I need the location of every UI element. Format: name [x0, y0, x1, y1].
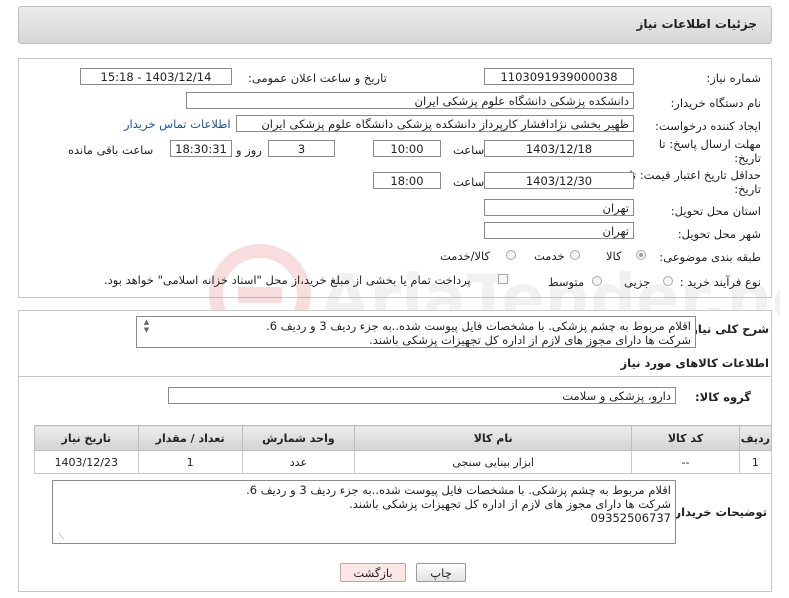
category-radio-goods[interactable] — [636, 250, 646, 260]
province-field: تهران — [484, 199, 634, 216]
category-option-goods: کالا — [606, 249, 622, 263]
category-option-service: خدمت — [534, 249, 565, 263]
back-button[interactable]: بازگشت — [340, 563, 406, 582]
category-radio-both[interactable] — [506, 250, 516, 260]
category-option-both: کالا/خدمت — [440, 249, 491, 263]
city-label: شهر محل تحویل: — [677, 227, 761, 241]
validity-label-date: تاریخ: — [734, 182, 761, 196]
goods-group-field: دارو، پزشکی و سلامت — [168, 387, 676, 404]
treasury-checkbox[interactable] — [498, 274, 508, 284]
description-line-1: اقلام مربوط به چشم پزشکی. با مشخصات فایل… — [266, 319, 691, 333]
creator-label: ایجاد کننده درخواست: — [655, 119, 761, 133]
col-row-header: ردیف — [738, 425, 773, 451]
category-label: طبقه بندی موضوعی: — [659, 250, 761, 264]
city-field: تهران — [484, 222, 634, 239]
remaining-time-field: 18:30:31 — [170, 140, 232, 157]
deadline-time-field: 10:00 — [373, 140, 441, 157]
deadline-time-label: ساعت — [453, 143, 485, 157]
deadline-label-date: تاریخ: — [734, 151, 761, 165]
buyer-notes-line-3: 09352506737 — [590, 511, 671, 525]
buyer-notes-textarea[interactable]: اقلام مربوط به چشم پزشکی. با مشخصات فایل… — [52, 480, 676, 544]
scroll-arrows-icon[interactable]: ▲ ▼ — [142, 318, 151, 344]
announce-field: 1403/12/14 - 15:18 — [80, 68, 232, 85]
process-radio-minor[interactable] — [663, 276, 673, 286]
validity-date-field: 1403/12/30 — [484, 172, 634, 189]
col-qty-header: تعداد / مقدار — [137, 425, 243, 451]
description-line-2: شرکت ها دارای مجوز های لازم از اداره کل … — [369, 333, 691, 347]
cell-date: 1403/12/23 — [34, 450, 139, 474]
cell-code: -- — [631, 450, 740, 474]
cell-row-number: 1 — [738, 450, 773, 474]
header-panel: جزئیات اطلاعات نیاز — [18, 6, 772, 44]
buyer-org-label: نام دستگاه خریدار: — [670, 96, 761, 110]
col-code-header: کد کالا — [631, 425, 740, 451]
cell-name: ابزار بینایی سنجی — [354, 450, 633, 474]
table-header-row: ردیف کد کالا نام کالا واحد شمارش تعداد /… — [34, 425, 773, 451]
cell-quantity: 1 — [137, 450, 243, 474]
deadline-date-field: 1403/12/18 — [484, 140, 634, 157]
print-button[interactable]: چاپ — [416, 563, 466, 582]
validity-time-field: 18:00 — [373, 172, 441, 189]
buyer-notes-line-1: اقلام مربوط به چشم پزشکی. با مشخصات فایل… — [246, 483, 671, 497]
need-number-label: شماره نیاز: — [706, 71, 761, 85]
days-field: 3 — [268, 140, 335, 157]
col-name-header: نام کالا — [354, 425, 633, 451]
description-label: شرح کلی نیاز: — [686, 322, 769, 336]
resize-grip-icon[interactable]: ⟋ — [54, 532, 64, 542]
buyer-org-field: دانشکده پزشکی دانشگاه علوم پزشکی ایران — [186, 92, 634, 109]
validity-time-label: ساعت — [453, 175, 485, 189]
description-textarea[interactable]: اقلام مربوط به چشم پزشکی. با مشخصات فایل… — [136, 316, 696, 348]
table-row: 1 -- ابزار بینایی سنجی عدد 1 1403/12/23 — [34, 450, 773, 474]
buyer-notes-line-2: شرکت ها دارای مجوز های لازم از اداره کل … — [349, 497, 671, 511]
buyer-notes-label: توضیحات خریدار: — [669, 505, 767, 519]
announce-label: تاریخ و ساعت اعلان عمومی: — [248, 71, 387, 85]
process-radio-medium[interactable] — [592, 276, 602, 286]
remaining-label: ساعت باقی مانده — [68, 143, 154, 157]
items-table: ردیف کد کالا نام کالا واحد شمارش تعداد /… — [34, 425, 773, 474]
contact-info-link[interactable]: اطلاعات تماس خریدار — [124, 117, 231, 131]
process-option-medium: متوسط — [548, 275, 585, 289]
deadline-label: مهلت ارسال پاسخ: تا — [658, 137, 761, 151]
creator-field: ظهیر بخشی نژادافشار کارپرداز دانشکده پزش… — [236, 115, 634, 132]
col-unit-header: واحد شمارش — [241, 425, 356, 451]
cell-unit: عدد — [241, 450, 356, 474]
validity-label: حداقل تاریخ اعتبار قیمت: تا — [629, 168, 761, 182]
page-title: جزئیات اطلاعات نیاز — [636, 17, 757, 31]
goods-group-label: گروه کالا: — [695, 390, 751, 404]
col-date-header: تاریخ نیاز — [34, 425, 139, 451]
days-label: روز و — [236, 143, 262, 157]
goods-section-title: اطلاعات کالاهای مورد نیاز — [620, 356, 769, 370]
treasury-note: پرداخت تمام یا بخشی از مبلغ خرید،از محل … — [104, 273, 471, 287]
province-label: استان محل تحویل: — [670, 204, 761, 218]
process-label: نوع فرآیند خرید : — [679, 275, 761, 289]
need-number-field: 1103091939000038 — [484, 68, 634, 85]
category-radio-service[interactable] — [570, 250, 580, 260]
process-option-minor: جزیی — [624, 275, 651, 289]
